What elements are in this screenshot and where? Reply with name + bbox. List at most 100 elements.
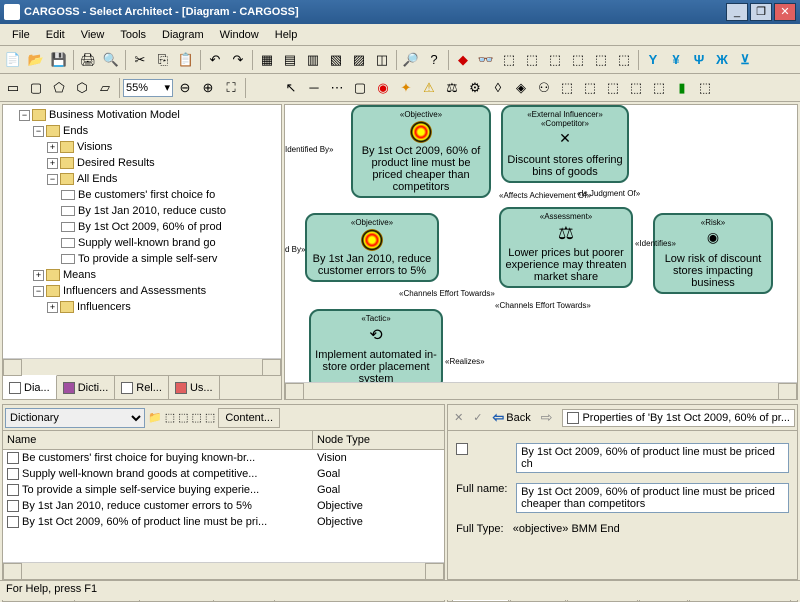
- scrollbar-h[interactable]: [285, 382, 797, 399]
- preview-icon[interactable]: 🔍: [100, 49, 122, 71]
- ic8-icon[interactable]: ⬚: [625, 77, 647, 99]
- sort3-icon[interactable]: ⬚: [192, 411, 202, 424]
- tree-allends[interactable]: All Ends: [77, 171, 117, 187]
- t1-icon[interactable]: ▦: [256, 49, 278, 71]
- expand-icon[interactable]: +: [47, 302, 58, 313]
- tree-visions[interactable]: Visions: [77, 139, 112, 155]
- cut-icon[interactable]: ✂: [129, 49, 151, 71]
- g5-icon[interactable]: ⬚: [544, 49, 566, 71]
- close-button[interactable]: ✕: [774, 3, 796, 21]
- y2-icon[interactable]: ¥: [665, 49, 687, 71]
- menu-file[interactable]: File: [4, 27, 38, 43]
- paste-icon[interactable]: 📋: [175, 49, 197, 71]
- conn2-icon[interactable]: ⋯: [326, 77, 348, 99]
- y1-icon[interactable]: Y: [642, 49, 664, 71]
- sort2-icon[interactable]: ⬚: [178, 411, 188, 424]
- shape5-icon[interactable]: ▱: [94, 77, 116, 99]
- star-icon[interactable]: ✦: [395, 77, 417, 99]
- cancel-icon[interactable]: ✕: [450, 410, 467, 425]
- scrollbar-h[interactable]: [3, 562, 444, 579]
- g3-icon[interactable]: ⬚: [498, 49, 520, 71]
- expand-icon[interactable]: −: [33, 126, 44, 137]
- tree-means[interactable]: Means: [63, 267, 96, 283]
- shape3-icon[interactable]: ⬠: [48, 77, 70, 99]
- open-icon[interactable]: 📂: [25, 49, 47, 71]
- col-name[interactable]: Name: [3, 431, 313, 449]
- dict-row[interactable]: To provide a simple self-service buying …: [3, 482, 444, 498]
- expand-icon[interactable]: −: [19, 110, 30, 121]
- t5-icon[interactable]: ▨: [348, 49, 370, 71]
- save-icon[interactable]: 💾: [48, 49, 70, 71]
- node-objective-1[interactable]: «Objective» By 1st Oct 2009, 60% of prod…: [351, 105, 491, 198]
- dict-row[interactable]: Supply well-known brand goods at competi…: [3, 466, 444, 482]
- t4-icon[interactable]: ▧: [325, 49, 347, 71]
- ic2-icon[interactable]: ◊: [487, 77, 509, 99]
- g4-icon[interactable]: ⬚: [521, 49, 543, 71]
- ic6-icon[interactable]: ⬚: [579, 77, 601, 99]
- ic1-icon[interactable]: ⚙: [464, 77, 486, 99]
- shape2-icon[interactable]: ▢: [25, 77, 47, 99]
- new-icon[interactable]: 📄: [2, 49, 24, 71]
- g7-icon[interactable]: ⬚: [590, 49, 612, 71]
- tree-desired[interactable]: Desired Results: [77, 155, 155, 171]
- conn1-icon[interactable]: ─: [303, 77, 325, 99]
- scrollbar-h[interactable]: [3, 358, 281, 375]
- zoomout-icon[interactable]: ⊖: [174, 77, 196, 99]
- menu-help[interactable]: Help: [267, 27, 306, 43]
- tab-diagrams[interactable]: Dia...: [3, 375, 57, 399]
- y4-icon[interactable]: Ж: [711, 49, 733, 71]
- forward-button[interactable]: ⇨: [537, 408, 557, 427]
- y3-icon[interactable]: Ψ: [688, 49, 710, 71]
- tree-inflsub[interactable]: Influencers: [77, 299, 131, 315]
- accept-icon[interactable]: ✓: [469, 410, 486, 425]
- find-icon[interactable]: 🔎: [400, 49, 422, 71]
- fullname-field[interactable]: By 1st Oct 2009, 60% of product line mus…: [516, 483, 789, 513]
- binoculars-icon[interactable]: 👓: [475, 49, 497, 71]
- maximize-button[interactable]: ❐: [750, 3, 772, 21]
- ic9-icon[interactable]: ⬚: [648, 77, 670, 99]
- content-button[interactable]: Content...: [218, 408, 280, 428]
- tab-dictionary[interactable]: Dicti...: [57, 376, 116, 399]
- tree-item[interactable]: Be customers' first choice fo: [78, 187, 215, 203]
- pointer-icon[interactable]: ↖: [280, 77, 302, 99]
- dict-row[interactable]: By 1st Oct 2009, 60% of product line mus…: [3, 514, 444, 530]
- zoomfit-icon[interactable]: ⛶: [220, 77, 242, 99]
- g6-icon[interactable]: ⬚: [567, 49, 589, 71]
- t6-icon[interactable]: ◫: [371, 49, 393, 71]
- tree-item[interactable]: By 1st Jan 2010, reduce custo: [78, 203, 226, 219]
- menu-edit[interactable]: Edit: [38, 27, 73, 43]
- ic5-icon[interactable]: ⬚: [556, 77, 578, 99]
- redo-icon[interactable]: ↷: [227, 49, 249, 71]
- dict-row[interactable]: Be customers' first choice for buying kn…: [3, 450, 444, 466]
- tree-item[interactable]: To provide a simple self-serv: [78, 251, 217, 267]
- undo-icon[interactable]: ↶: [204, 49, 226, 71]
- expand-icon[interactable]: +: [33, 270, 44, 281]
- print-icon[interactable]: 🖨: [77, 49, 99, 71]
- name-field[interactable]: By 1st Oct 2009, 60% of product line mus…: [516, 443, 789, 473]
- zoomin-icon[interactable]: ⊕: [197, 77, 219, 99]
- t3-icon[interactable]: ▥: [302, 49, 324, 71]
- back-button[interactable]: ⇦Back: [489, 408, 535, 427]
- node-risk[interactable]: «Risk» Low risk of discount stores impac…: [653, 213, 773, 294]
- folder-icon[interactable]: 📁: [148, 411, 162, 424]
- tree-root[interactable]: Business Motivation Model: [49, 107, 180, 123]
- note-icon[interactable]: ▢: [349, 77, 371, 99]
- help-icon[interactable]: ?: [423, 49, 445, 71]
- tree-item[interactable]: By 1st Oct 2009, 60% of prod: [78, 219, 222, 235]
- y5-icon[interactable]: ⊻: [734, 49, 756, 71]
- col-type[interactable]: Node Type: [313, 431, 444, 449]
- sort1-icon[interactable]: ⬚: [165, 411, 175, 424]
- node-assessment[interactable]: «Assessment» Lower prices but poorer exp…: [499, 207, 633, 288]
- ic11-icon[interactable]: ⬚: [694, 77, 716, 99]
- shape1-icon[interactable]: ▭: [2, 77, 24, 99]
- node-objective-2[interactable]: «Objective» By 1st Jan 2010, reduce cust…: [305, 213, 439, 282]
- money-icon[interactable]: ▮: [671, 77, 693, 99]
- dict-row[interactable]: By 1st Jan 2010, reduce customer errors …: [3, 498, 444, 514]
- minimize-button[interactable]: _: [726, 3, 748, 21]
- zoom-combo[interactable]: 55%▾: [123, 79, 173, 97]
- diagram-canvas[interactable]: «Objective» By 1st Oct 2009, 60% of prod…: [284, 104, 798, 400]
- g1-icon[interactable]: ◆: [452, 49, 474, 71]
- g8-icon[interactable]: ⬚: [613, 49, 635, 71]
- node-tactic[interactable]: «Tactic» Implement automated in-store or…: [309, 309, 443, 390]
- tree-ends[interactable]: Ends: [63, 123, 88, 139]
